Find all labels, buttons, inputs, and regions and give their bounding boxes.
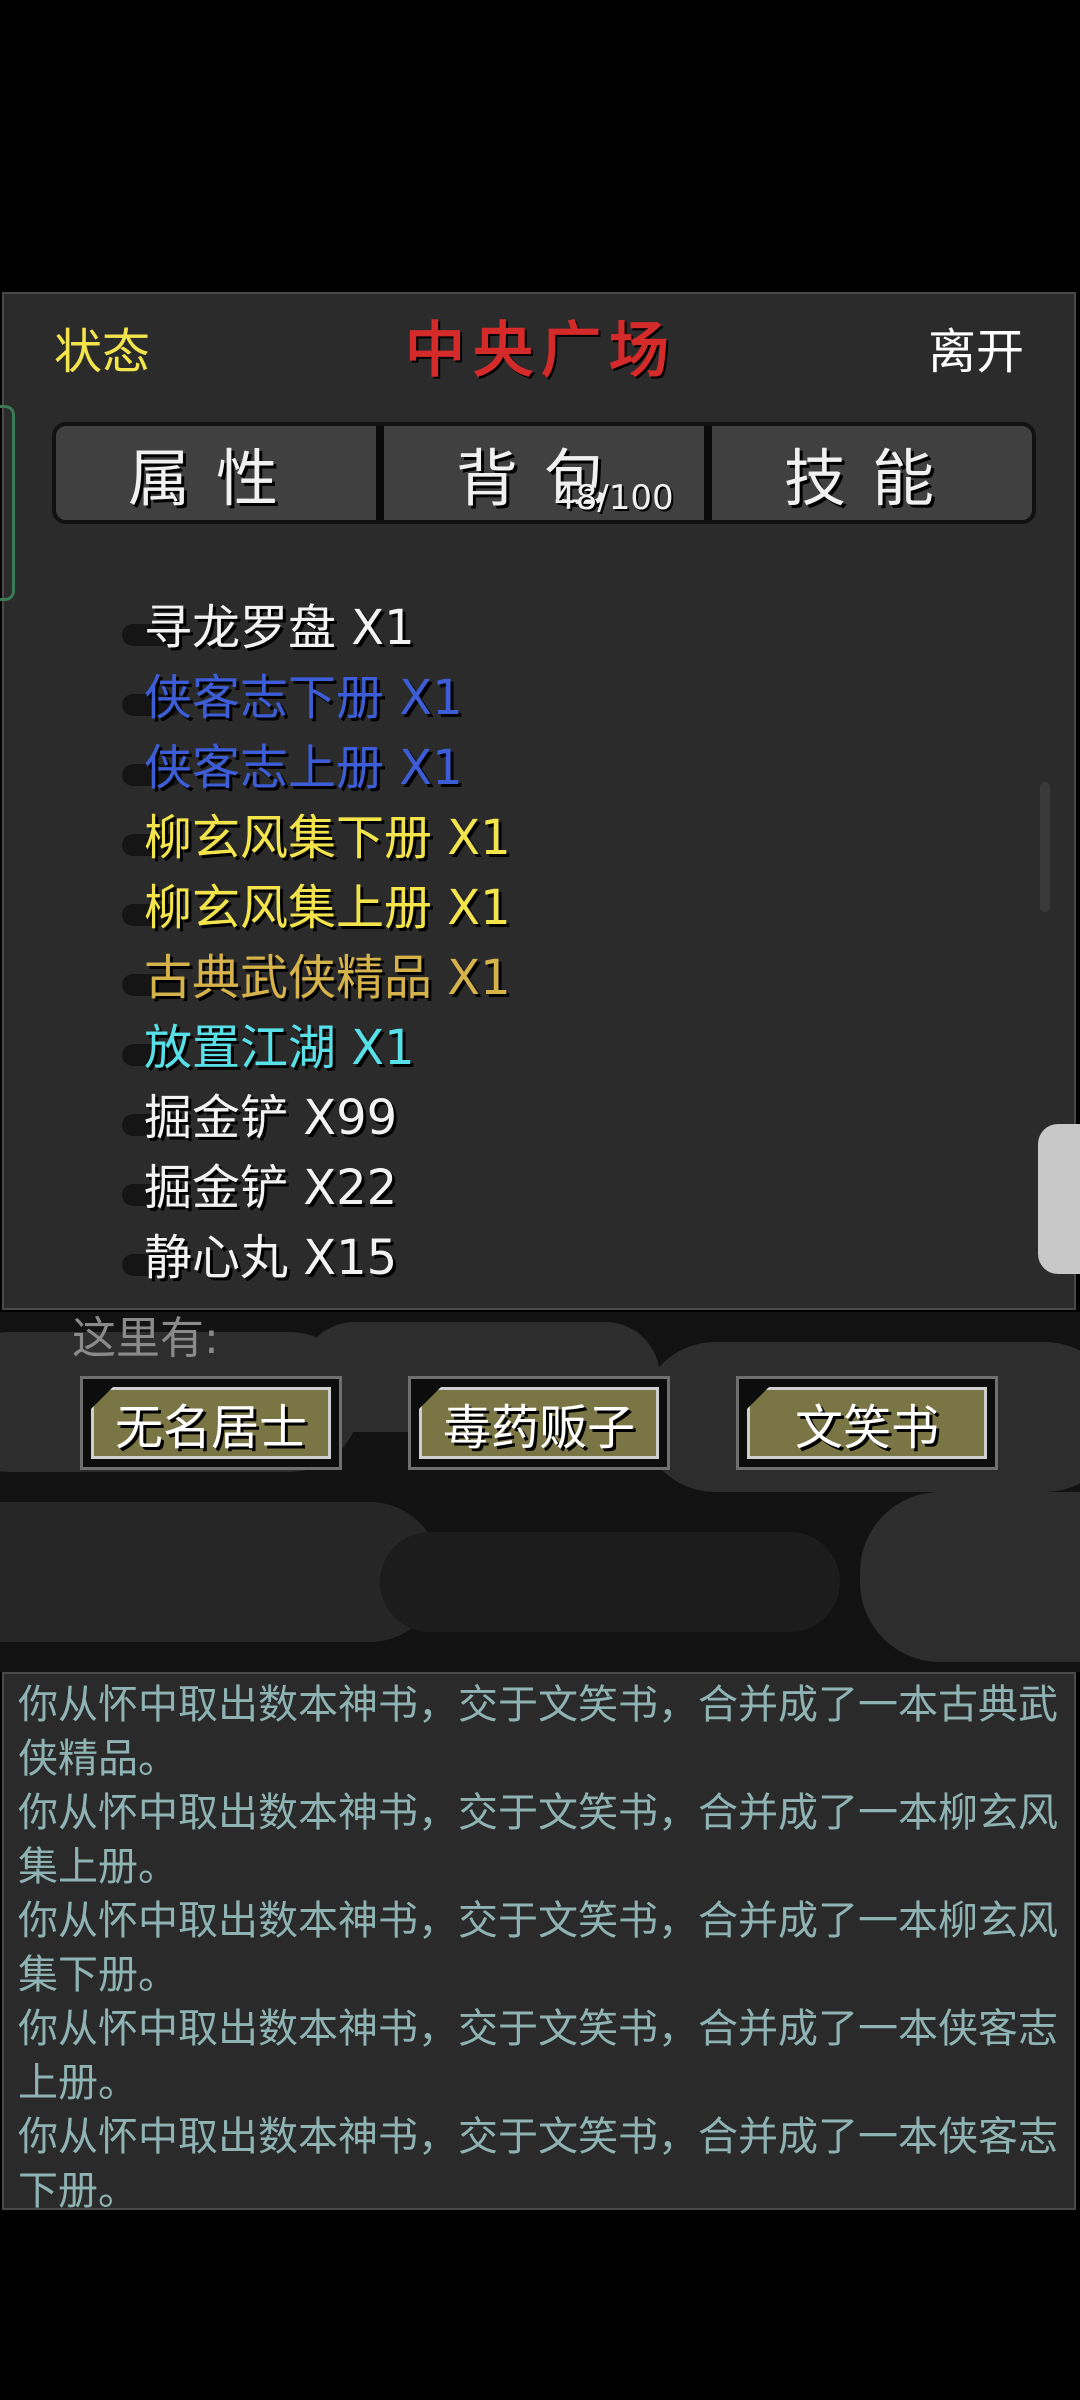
- backpack-capacity: 48/100: [554, 478, 674, 518]
- tab-bar: 属性 背包 48/100 技能: [52, 422, 1036, 524]
- npc-name: 无名居士: [114, 1400, 307, 1456]
- item-label: 古典武侠精品 X1: [144, 950, 511, 1006]
- npc-name: 文笑书: [794, 1400, 939, 1456]
- scene-background: [0, 1312, 1080, 1672]
- tab-backpack[interactable]: 背包 48/100: [376, 426, 704, 520]
- log-line: 你从怀中取出数本神书，交于文笑书，合并成了一本侠客志下册。: [18, 2114, 1058, 2214]
- log-line: 你从怀中取出数本神书，交于文笑书，合并成了一本侠客志上册。: [18, 2006, 1058, 2106]
- tab-attributes-label: 属性: [127, 442, 304, 515]
- inventory-item[interactable]: 掘金铲 X99: [4, 1072, 1004, 1146]
- inventory-scrollbar[interactable]: [1040, 782, 1050, 912]
- item-label: 放置江湖 X1: [144, 1020, 415, 1076]
- left-edge-tab[interactable]: [0, 405, 15, 601]
- item-label: 静心丸 X15: [144, 1230, 398, 1286]
- inventory-list: 寻龙罗盘 X1 侠客志下册 X1 侠客志上册 X1 柳玄风集下册 X1 柳玄风集…: [4, 582, 1004, 1286]
- inventory-item[interactable]: 柳玄风集下册 X1: [4, 792, 1004, 866]
- inventory-item[interactable]: 静心丸 X15: [4, 1212, 1004, 1286]
- side-drawer-handle[interactable]: [1038, 1124, 1080, 1274]
- item-label: 柳玄风集下册 X1: [144, 810, 511, 866]
- tab-skills-label: 技能: [783, 442, 960, 515]
- npc-name: 毒药贩子: [442, 1400, 635, 1456]
- item-label: 侠客志上册 X1: [144, 740, 463, 796]
- item-label: 掘金铲 X22: [144, 1160, 398, 1216]
- npc-section-label: 这里有:: [72, 1313, 219, 1364]
- message-log: 你从怀中取出数本神书，交于文笑书，合并成了一本古典武侠精品。 你从怀中取出数本神…: [2, 1672, 1076, 2214]
- item-label: 侠客志下册 X1: [144, 670, 463, 726]
- inventory-item[interactable]: 放置江湖 X1: [4, 1002, 1004, 1076]
- main-panel: 状态 中央广场 离开 属性 背包 48/100 技能 寻龙罗盘 X1 侠客志下册…: [2, 292, 1076, 1310]
- log-line: 你从怀中取出数本神书，交于文笑书，合并成了一本柳玄风集上册。: [18, 1790, 1058, 1890]
- npc-button[interactable]: 文笑书: [736, 1376, 998, 1470]
- item-label: 寻龙罗盘 X1: [144, 600, 415, 656]
- leave-button[interactable]: 离开: [928, 312, 1024, 382]
- inventory-item[interactable]: 柳玄风集上册 X1: [4, 862, 1004, 936]
- item-label: 柳玄风集上册 X1: [144, 880, 511, 936]
- inventory-item[interactable]: 寻龙罗盘 X1: [4, 582, 1004, 656]
- location-title: 中央广场: [405, 316, 677, 386]
- npc-button[interactable]: 毒药贩子: [408, 1376, 670, 1470]
- inventory-item[interactable]: 侠客志上册 X1: [4, 722, 1004, 796]
- inventory-item[interactable]: 古典武侠精品 X1: [4, 932, 1004, 1006]
- item-label: 掘金铲 X99: [144, 1090, 398, 1146]
- log-line: 你从怀中取出数本神书，交于文笑书，合并成了一本古典武侠精品。: [18, 1682, 1058, 1782]
- tab-attributes[interactable]: 属性: [56, 426, 376, 520]
- inventory-item[interactable]: 侠客志下册 X1: [4, 652, 1004, 726]
- log-line: 你从怀中取出数本神书，交于文笑书，合并成了一本柳玄风集下册。: [18, 1898, 1058, 1998]
- inventory-item[interactable]: 掘金铲 X22: [4, 1142, 1004, 1216]
- tab-skills[interactable]: 技能: [704, 426, 1032, 520]
- npc-button[interactable]: 无名居士: [80, 1376, 342, 1470]
